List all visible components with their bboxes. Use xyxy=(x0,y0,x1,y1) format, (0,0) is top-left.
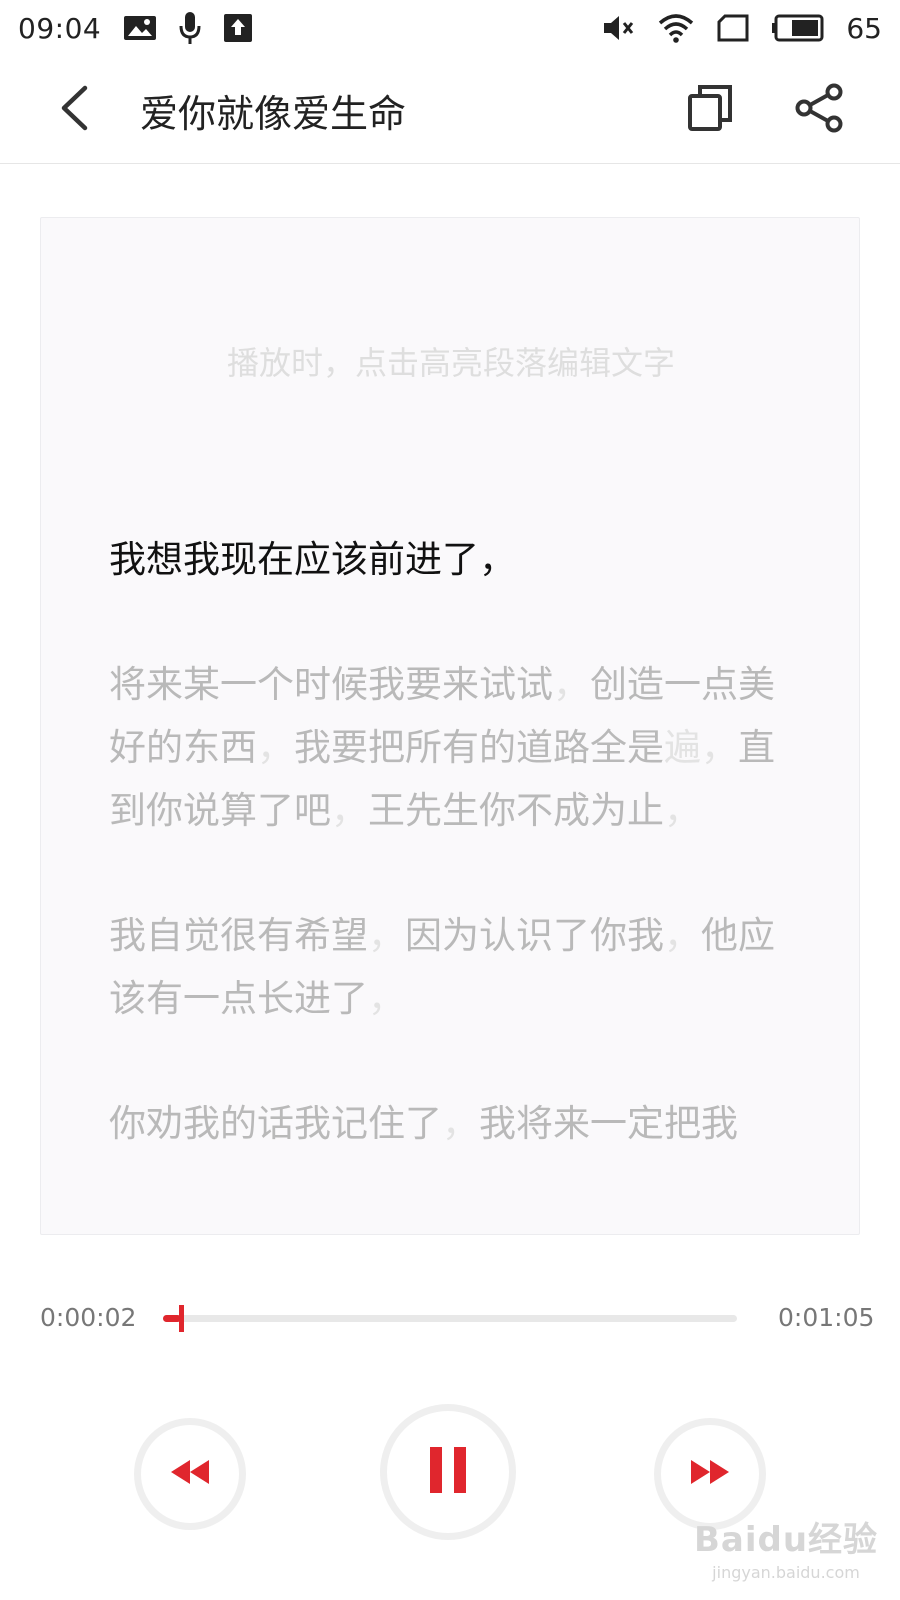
current-time: 0:00:02 xyxy=(40,1303,137,1332)
mute-icon xyxy=(602,13,636,43)
transcript-segment: ， xyxy=(553,663,590,706)
image-icon xyxy=(123,13,157,43)
transcript-card[interactable]: 播放时，点击高亮段落编辑文字 我想我现在应该前进了， 将来某一个时候我要来试试，创… xyxy=(40,217,860,1235)
transcript-paragraphs: 我想我现在应该前进了， 将来某一个时候我要来试试，创造一点美好的东西，我要把所有的… xyxy=(109,528,789,1217)
pause-button[interactable] xyxy=(380,1404,516,1540)
transcript-segment: ， xyxy=(701,726,738,769)
transcript-segment: ， xyxy=(442,1102,479,1145)
transcript-segment: 遍 xyxy=(664,726,701,769)
transcript-segment: 王先生你不成为止 xyxy=(368,789,664,832)
battery-icon xyxy=(772,13,824,43)
transcript-segment: 我将来一定把我 xyxy=(479,1102,738,1145)
watermark: Baidu经验 jingyan.baidu.com xyxy=(686,1512,886,1582)
rewind-button[interactable] xyxy=(134,1418,246,1530)
app-bar: 爱你就像爱生命 xyxy=(0,56,900,164)
mic-icon xyxy=(179,11,201,45)
wifi-icon xyxy=(658,13,694,43)
copy-button[interactable] xyxy=(680,78,740,142)
upload-icon xyxy=(223,13,253,43)
share-button[interactable] xyxy=(790,78,850,142)
back-button[interactable] xyxy=(44,78,104,142)
status-left: 09:04 xyxy=(18,11,253,45)
sim-icon xyxy=(716,13,750,43)
transcript-paragraph[interactable]: 你劝我的话我记住了，我将来一定把我 xyxy=(109,1092,789,1155)
edit-hint: 播放时，点击高亮段落编辑文字 xyxy=(226,344,675,382)
transcript-segment: ， xyxy=(368,977,405,1020)
transcript-segment: 将来某一个时候我要来试试 xyxy=(109,663,553,706)
transcript-segment: 我要把所有的道路全是 xyxy=(294,726,664,769)
transcript-segment: 你劝我的话我记住了 xyxy=(109,1102,442,1145)
transcript-segment: ， xyxy=(368,914,405,957)
share-icon xyxy=(794,83,846,137)
transcript-paragraph[interactable]: 我想我现在应该前进了， xyxy=(109,528,789,591)
rewind-icon xyxy=(169,1458,211,1490)
total-time: 0:01:05 xyxy=(778,1303,875,1332)
copy-icon xyxy=(687,84,733,136)
progress-thumb[interactable] xyxy=(178,1305,184,1332)
status-time: 09:04 xyxy=(18,11,102,45)
transcript-segment: 因为认识了你我 xyxy=(405,914,664,957)
fast-forward-icon xyxy=(689,1458,731,1490)
watermark-logo: Baidu经验 xyxy=(693,1520,879,1560)
transcript-segment: ， xyxy=(257,726,294,769)
pause-icon xyxy=(428,1447,468,1497)
watermark-url: jingyan.baidu.com xyxy=(712,1563,860,1582)
status-right: 65 xyxy=(602,12,882,45)
transcript-segment: ， xyxy=(331,789,368,832)
transcript-paragraph[interactable]: 将来某一个时候我要来试试，创造一点美好的东西，我要把所有的道路全是遍，直到你说算… xyxy=(109,653,789,842)
transcript-segment: ， xyxy=(664,914,701,957)
status-bar: 09:04 65 xyxy=(0,0,900,56)
transcript-segment: 我自觉很有希望 xyxy=(109,914,368,957)
progress-bar[interactable] xyxy=(163,1305,737,1332)
page-title: 爱你就像爱生命 xyxy=(140,91,407,136)
transcript-segment: 我想我现在应该前进了， xyxy=(109,538,516,581)
transcript-paragraph[interactable]: 我自觉很有希望，因为认识了你我，他应该有一点长进了， xyxy=(109,904,789,1030)
battery-percent: 65 xyxy=(846,11,882,45)
back-arrow-icon xyxy=(59,85,89,135)
transcript-segment: ， xyxy=(664,789,701,832)
